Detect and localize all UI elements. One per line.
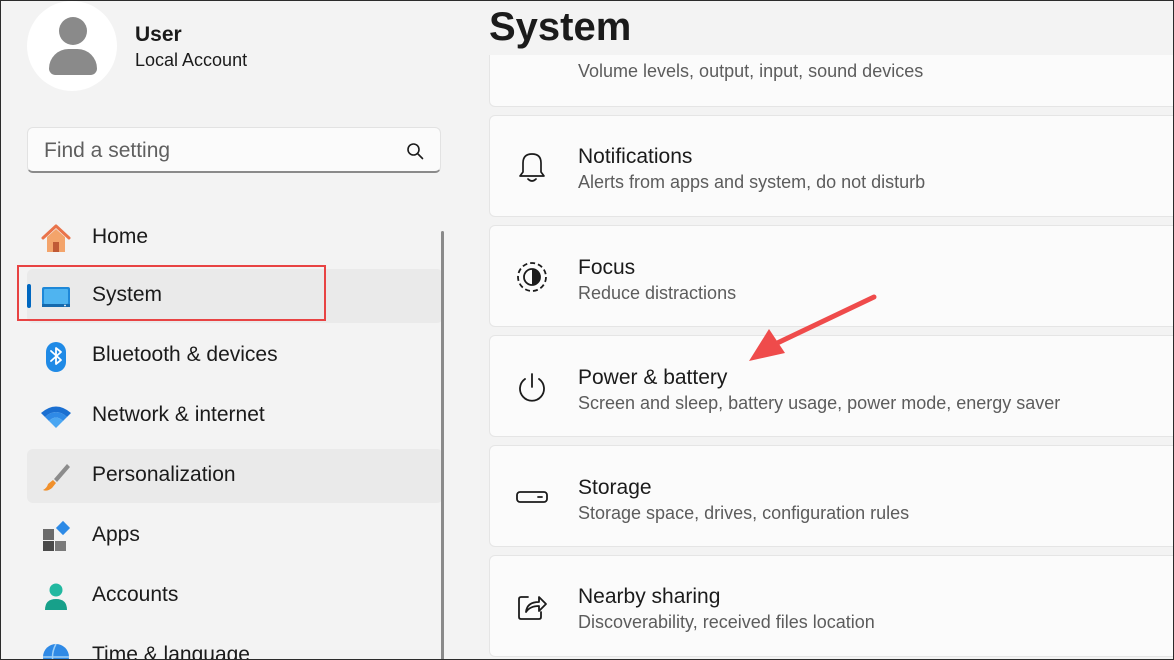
annotation-arrow-icon: [749, 294, 877, 361]
card-subtitle: Reduce distractions: [578, 283, 737, 303]
storage-icon: [516, 491, 548, 503]
sidebar-item-label: Accounts: [92, 583, 179, 606]
brush-icon: [43, 464, 70, 491]
card-title: Focus: [578, 256, 636, 279]
sidebar-item-label: Network & internet: [92, 403, 265, 426]
card-title: Storage: [578, 476, 652, 499]
card-subtitle: Alerts from apps and system, do not dist…: [578, 172, 926, 192]
settings-card-notifications[interactable]: Notifications Alerts from apps and syste…: [489, 115, 1173, 217]
sidebar-item-network[interactable]: Network & internet: [27, 389, 443, 443]
share-icon: [518, 596, 547, 620]
sidebar-item-label: Bluetooth & devices: [92, 343, 278, 366]
card-clip: Volume levels, output, input, sound devi…: [490, 55, 1173, 81]
sidebar-scrollbar[interactable]: [441, 231, 444, 659]
card-subtitle: Volume levels, output, input, sound devi…: [578, 61, 924, 81]
wifi-icon: [41, 406, 71, 428]
power-icon: [519, 373, 545, 402]
sidebar-item-personalization[interactable]: Personalization: [27, 449, 443, 503]
avatar[interactable]: [27, 1, 117, 91]
card-subtitle: Screen and sleep, battery usage, power m…: [578, 393, 1061, 413]
sidebar-item-label: Home: [92, 225, 149, 248]
globe-icon: [43, 643, 69, 659]
settings-window: User Local Account Home System: [0, 0, 1174, 660]
avatar-head-icon: [59, 17, 87, 45]
sidebar-item-home[interactable]: Home: [27, 211, 443, 265]
sidebar-item-label: Personalization: [92, 463, 236, 486]
settings-card-storage[interactable]: Storage Storage space, drives, configura…: [489, 445, 1173, 547]
account-icon: [45, 583, 67, 610]
settings-card-nearby-sharing[interactable]: Nearby sharing Discoverability, received…: [489, 555, 1173, 657]
sidebar-item-label: Time & language: [92, 643, 250, 660]
settings-card-sound[interactable]: Volume levels, output, input, sound devi…: [489, 55, 1173, 107]
focus-icon: [517, 262, 547, 292]
card-title: Notifications: [578, 145, 693, 168]
sidebar-item-apps[interactable]: Apps: [27, 509, 443, 563]
search-box[interactable]: [27, 127, 441, 173]
bell-icon: [519, 153, 545, 182]
card-title: Power & battery: [578, 366, 728, 389]
card-title: Nearby sharing: [578, 585, 721, 608]
sidebar-item-time-language[interactable]: Time & language: [27, 629, 443, 660]
home-icon: [41, 224, 71, 252]
annotation-highlight-box: [17, 265, 326, 321]
user-name: User: [135, 23, 182, 46]
apps-icon: [43, 520, 71, 551]
user-account-type: Local Account: [135, 50, 248, 70]
card-subtitle: Storage space, drives, configuration rul…: [578, 503, 910, 523]
sidebar-item-label: Apps: [92, 523, 140, 546]
search-icon[interactable]: [406, 142, 424, 160]
sidebar-item-bluetooth[interactable]: Bluetooth & devices: [27, 329, 443, 383]
page-title: System: [489, 5, 632, 49]
search-input[interactable]: [42, 136, 386, 166]
card-subtitle: Discoverability, received files location: [578, 612, 875, 632]
avatar-body-icon: [49, 49, 97, 75]
bluetooth-icon: [46, 342, 66, 372]
sidebar-item-accounts[interactable]: Accounts: [27, 569, 443, 623]
